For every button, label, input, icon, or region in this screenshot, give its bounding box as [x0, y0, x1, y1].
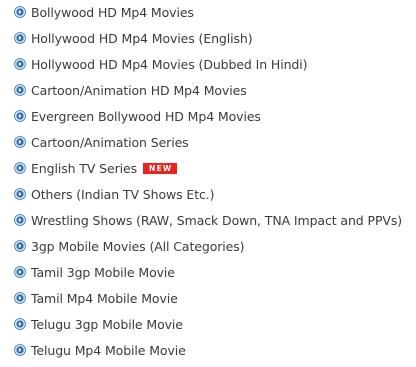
category-link-label: Telugu Mp4 Mobile Movie — [31, 342, 186, 358]
arrow-bullet-icon — [14, 292, 26, 304]
arrow-bullet-icon — [14, 6, 26, 18]
category-link-label: English TV Series — [31, 160, 138, 176]
category-link-bollywood-hd-mp4[interactable]: Bollywood HD Mp4 Movies — [14, 0, 402, 25]
category-link-label: Cartoon/Animation HD Mp4 Movies — [31, 82, 247, 98]
arrow-bullet-icon — [14, 162, 26, 174]
arrow-bullet-icon — [14, 84, 26, 96]
category-link-label: Wrestling Shows (RAW, Smack Down, TNA Im… — [31, 212, 403, 228]
category-link-label: Hollywood HD Mp4 Movies (Dubbed In Hindi… — [31, 56, 308, 72]
arrow-bullet-icon — [14, 344, 26, 356]
category-list: Bollywood HD Mp4 Movies Hollywood HD Mp4… — [14, 0, 402, 363]
arrow-bullet-icon — [14, 32, 26, 44]
category-link-label: 3gp Mobile Movies (All Categories) — [31, 238, 245, 254]
category-link-wrestling-shows[interactable]: Wrestling Shows (RAW, Smack Down, TNA Im… — [14, 207, 402, 233]
category-link-label: Tamil Mp4 Mobile Movie — [31, 290, 178, 306]
category-link-label: Telugu 3gp Mobile Movie — [31, 316, 183, 332]
category-link-label: Bollywood HD Mp4 Movies — [31, 4, 194, 20]
category-link-label: Evergreen Bollywood HD Mp4 Movies — [31, 108, 261, 124]
new-badge: NEW — [143, 162, 178, 174]
category-link-cartoon-animation-hd-mp4[interactable]: Cartoon/Animation HD Mp4 Movies — [14, 77, 402, 103]
category-link-evergreen-bollywood[interactable]: Evergreen Bollywood HD Mp4 Movies — [14, 103, 402, 129]
category-link-telugu-mp4[interactable]: Telugu Mp4 Mobile Movie — [14, 337, 402, 363]
category-link-tamil-3gp[interactable]: Tamil 3gp Mobile Movie — [14, 259, 402, 285]
arrow-bullet-icon — [14, 136, 26, 148]
arrow-bullet-icon — [14, 188, 26, 200]
category-link-hollywood-hd-mp4-hindi[interactable]: Hollywood HD Mp4 Movies (Dubbed In Hindi… — [14, 51, 402, 77]
category-link-tamil-mp4[interactable]: Tamil Mp4 Mobile Movie — [14, 285, 402, 311]
category-link-telugu-3gp[interactable]: Telugu 3gp Mobile Movie — [14, 311, 402, 337]
category-link-label: Others (Indian TV Shows Etc.) — [31, 186, 215, 202]
arrow-bullet-icon — [14, 110, 26, 122]
category-link-english-tv-series[interactable]: English TV Series NEW — [14, 155, 402, 181]
category-link-3gp-mobile-movies[interactable]: 3gp Mobile Movies (All Categories) — [14, 233, 402, 259]
arrow-bullet-icon — [14, 214, 26, 226]
arrow-bullet-icon — [14, 240, 26, 252]
category-link-hollywood-hd-mp4-english[interactable]: Hollywood HD Mp4 Movies (English) — [14, 25, 402, 51]
category-link-label: Hollywood HD Mp4 Movies (English) — [31, 30, 253, 46]
arrow-bullet-icon — [14, 266, 26, 278]
category-link-cartoon-animation-series[interactable]: Cartoon/Animation Series — [14, 129, 402, 155]
category-link-label: Cartoon/Animation Series — [31, 134, 189, 150]
arrow-bullet-icon — [14, 318, 26, 330]
arrow-bullet-icon — [14, 58, 26, 70]
category-link-others-indian-tv[interactable]: Others (Indian TV Shows Etc.) — [14, 181, 402, 207]
category-link-label: Tamil 3gp Mobile Movie — [31, 264, 175, 280]
